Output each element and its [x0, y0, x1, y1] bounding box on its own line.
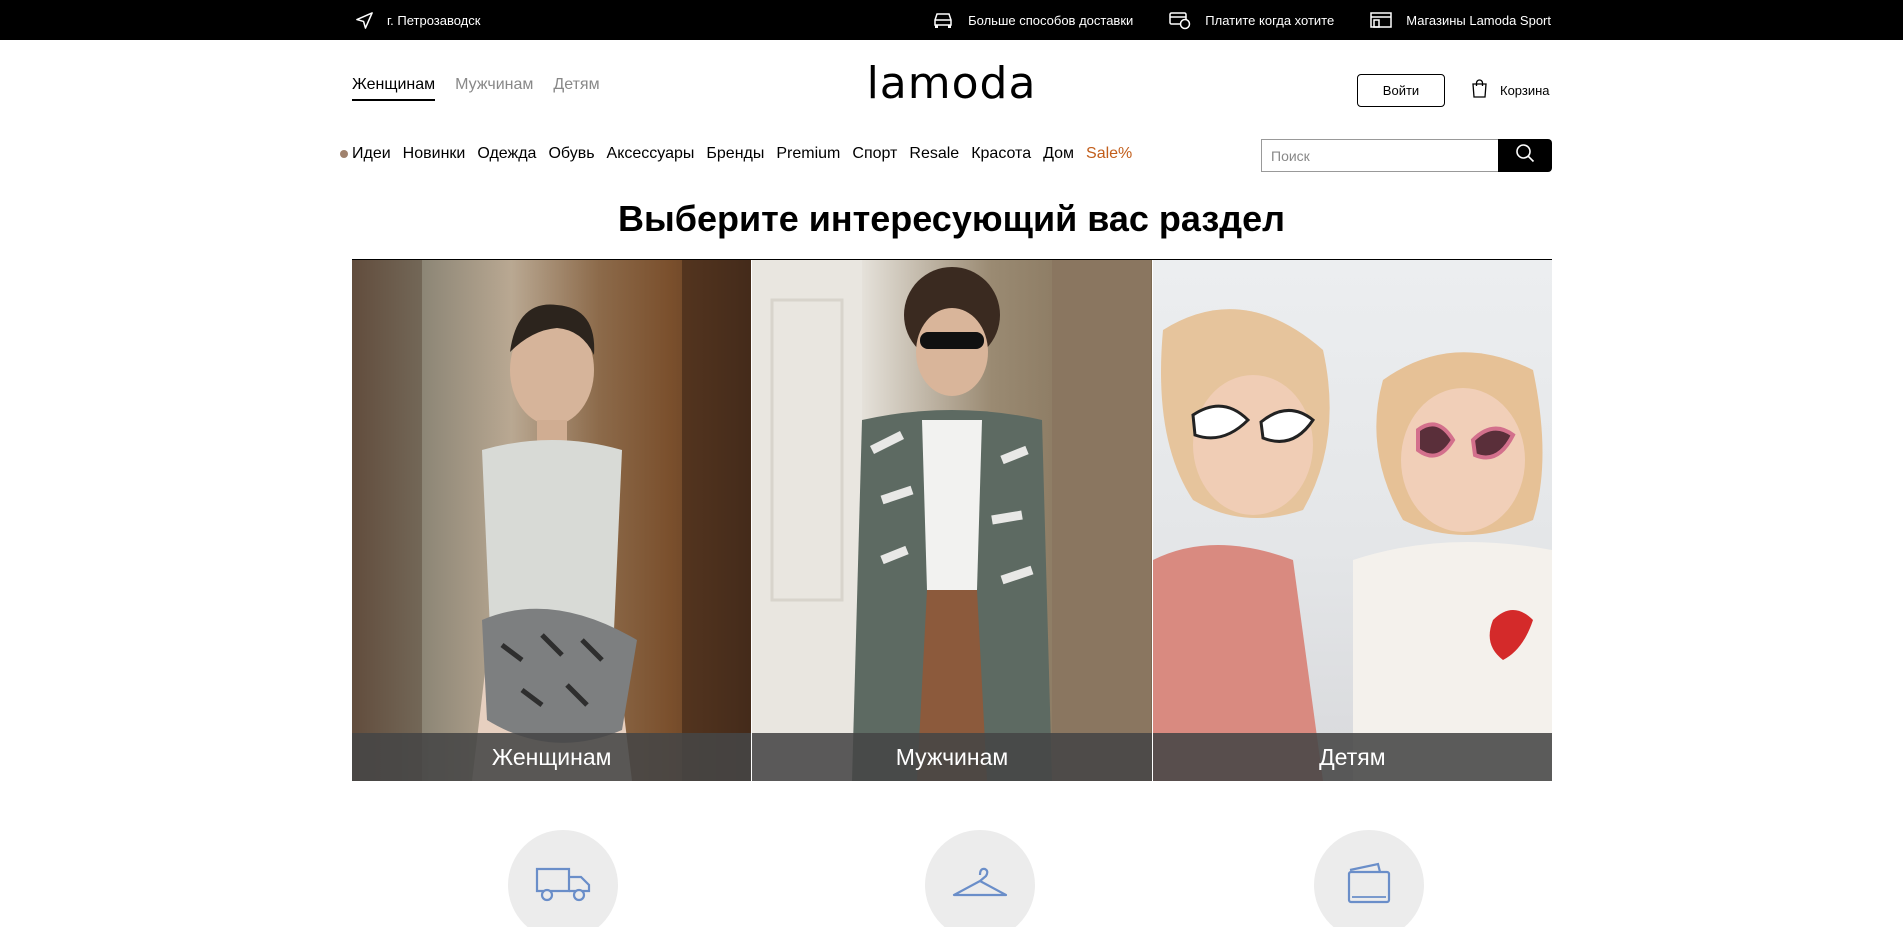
- login-button[interactable]: Войти: [1357, 74, 1445, 107]
- men-photo: [752, 260, 1152, 781]
- nav-item-home[interactable]: Дом: [1043, 145, 1074, 163]
- card-men[interactable]: Мужчинам: [752, 260, 1152, 781]
- store-icon: [1370, 11, 1392, 29]
- card-women-label: Женщинам: [352, 733, 752, 781]
- search-bar: [1261, 139, 1552, 172]
- women-photo: [352, 260, 752, 781]
- hanger-icon: [950, 863, 1010, 908]
- nav-item-sport[interactable]: Спорт: [852, 145, 897, 163]
- search-input[interactable]: [1261, 139, 1498, 172]
- ideas-dot-icon: [340, 150, 348, 158]
- payment-link-label: Платите когда хотите: [1205, 12, 1335, 28]
- card-men-label: Мужчинам: [752, 733, 1152, 781]
- nav-item-brands[interactable]: Бренды: [706, 145, 764, 163]
- cart-link[interactable]: Корзина: [1471, 79, 1550, 101]
- stores-link[interactable]: Магазины Lamoda Sport: [1370, 11, 1551, 29]
- kids-photo: [1152, 260, 1552, 781]
- cart-label: Корзина: [1500, 82, 1550, 98]
- nav-item-resale[interactable]: Resale: [909, 145, 959, 163]
- payment-link[interactable]: Платите когда хотите: [1169, 10, 1334, 30]
- feature-payment: [1314, 830, 1424, 927]
- search-icon: [1515, 143, 1535, 168]
- stores-link-label: Магазины Lamoda Sport: [1406, 12, 1551, 28]
- nav-item-new[interactable]: Новинки: [403, 145, 466, 163]
- card-women[interactable]: Женщинам: [352, 260, 752, 781]
- nav-item-ideas[interactable]: Идеи: [352, 145, 391, 163]
- card-kids-label: Детям: [1152, 733, 1552, 781]
- search-button[interactable]: [1498, 139, 1552, 172]
- location-arrow-icon: [355, 11, 374, 30]
- delivery-link-label: Больше способов доставки: [968, 12, 1134, 28]
- nav-item-accessories[interactable]: Аксессуары: [607, 145, 695, 163]
- feature-delivery: [508, 830, 618, 927]
- city-selector[interactable]: г. Петрозаводск: [355, 0, 480, 40]
- nav-item-clothing[interactable]: Одежда: [477, 145, 536, 163]
- wallet-icon: [1344, 860, 1394, 911]
- nav-item-premium[interactable]: Premium: [776, 145, 840, 163]
- logo[interactable]: lamoda: [0, 58, 1903, 109]
- shopping-bag-icon: [1471, 79, 1488, 101]
- card-kids[interactable]: Детям: [1152, 260, 1552, 781]
- city-label: г. Петрозаводск: [387, 12, 481, 28]
- delivery-link[interactable]: Больше способов доставки: [932, 11, 1133, 29]
- nav-item-shoes[interactable]: Обувь: [548, 145, 594, 163]
- top-bar: г. Петрозаводск Больше способов доставки…: [0, 0, 1903, 40]
- category-nav: Идеи Новинки Одежда Обувь Аксессуары Бре…: [340, 145, 1144, 163]
- truck-icon: [533, 863, 593, 908]
- feature-fitting: [925, 830, 1035, 927]
- page-headline: Выберите интересующий вас раздел: [617, 198, 1286, 239]
- car-icon: [932, 11, 954, 29]
- nav-item-beauty[interactable]: Красота: [971, 145, 1031, 163]
- features-row: [0, 830, 1903, 927]
- nav-item-sale[interactable]: Sale%: [1086, 145, 1132, 163]
- section-cards: Женщинам Мужчинам Детям: [352, 260, 1552, 781]
- payment-icon: [1169, 10, 1191, 30]
